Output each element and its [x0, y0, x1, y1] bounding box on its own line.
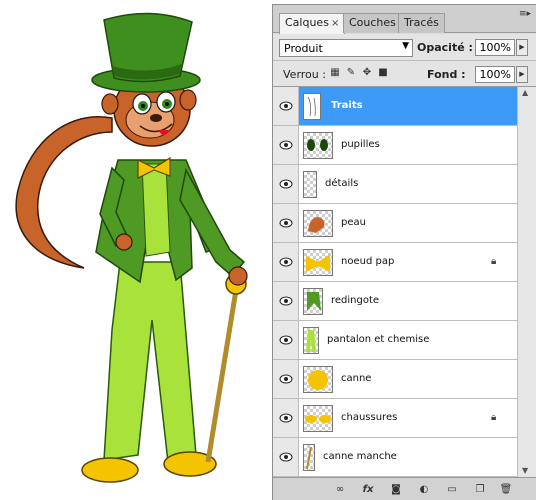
layer-thumbnail [303, 288, 323, 315]
lock-pixels-icon[interactable]: ✎ [345, 67, 357, 79]
layer-name: canne [341, 373, 372, 384]
visibility-toggle[interactable] [273, 165, 299, 203]
layer-thumbnail [303, 405, 333, 432]
visibility-toggle[interactable] [273, 399, 299, 437]
fill-slider-arrow-icon[interactable]: ▶ [516, 66, 528, 83]
layer-row-details[interactable]: détails [273, 165, 517, 204]
link-icon[interactable]: ∞ [333, 483, 347, 496]
lock-transparency-icon[interactable]: ▦ [329, 67, 341, 79]
layer-name: pupilles [341, 139, 380, 150]
layer-row-redingote[interactable]: redingote [273, 282, 517, 321]
layer-thumbnail [303, 210, 333, 237]
layer-name: chaussures [341, 412, 398, 423]
fill-label: Fond : [427, 68, 466, 81]
panel-tab-bar: Calques × Couches Tracés ≡▸ [273, 5, 536, 34]
scroll-down-icon[interactable]: ▼ [522, 466, 528, 475]
layer-thumbnail [303, 366, 333, 393]
tab-calques-label: Calques [285, 16, 329, 29]
folder-icon[interactable]: ▭ [445, 483, 459, 496]
eye-icon [279, 257, 293, 267]
lock-options-row: Verrou : ▦ ✎ ✥ ■ Fond : 100% ▶ [273, 61, 536, 87]
mask-icon[interactable]: ◙ [389, 483, 403, 496]
layer-thumbnail [303, 93, 321, 120]
eye-icon [279, 218, 293, 228]
layer-name: noeud pap [341, 256, 395, 267]
lock-icon: 🔒︎ [491, 256, 497, 267]
blend-mode-value: Produit [284, 42, 323, 55]
layer-list-scrollbar[interactable]: ▲ ▼ [517, 87, 536, 477]
layer-row-traits[interactable]: Traits [273, 87, 517, 126]
layer-thumbnail [303, 171, 317, 198]
layer-row-pantalon-et-chemise[interactable]: pantalon et chemise [273, 321, 517, 360]
character-illustration [15, 12, 248, 483]
panel-bottom-toolbar: ∞ fx ◙ ◐ ▭ ❐ 🗑︎ [273, 477, 536, 500]
visibility-toggle[interactable] [273, 126, 299, 164]
tab-traces-label: Tracés [404, 16, 439, 29]
eye-icon [279, 179, 293, 189]
fx-icon[interactable]: fx [361, 483, 375, 496]
layer-row-chaussures[interactable]: chaussures 🔒︎ [273, 399, 517, 438]
eye-icon [279, 296, 293, 306]
layer-name: Traits [331, 100, 363, 111]
new-layer-icon[interactable]: ❐ [473, 483, 487, 496]
chevron-down-icon: ▼ [402, 41, 409, 51]
eye-icon [279, 413, 293, 423]
adjustment-icon[interactable]: ◐ [417, 483, 431, 496]
opacity-label: Opacité : [417, 41, 473, 54]
tab-traces[interactable]: Tracés [398, 13, 445, 33]
visibility-toggle[interactable] [273, 243, 299, 281]
eye-icon [279, 374, 293, 384]
close-icon[interactable]: × [331, 18, 339, 29]
layer-row-peau[interactable]: peau [273, 204, 517, 243]
trash-icon[interactable]: 🗑︎ [499, 483, 513, 496]
visibility-toggle[interactable] [273, 321, 299, 359]
fill-field[interactable]: 100% [475, 66, 515, 83]
layer-row-noeud-pap[interactable]: noeud pap 🔒︎ [273, 243, 517, 282]
visibility-toggle[interactable] [273, 282, 299, 320]
visibility-toggle[interactable] [273, 204, 299, 242]
layer-name: canne manche [323, 451, 397, 462]
visibility-toggle[interactable] [273, 360, 299, 398]
blend-mode-select[interactable]: Produit ▼ [279, 39, 413, 57]
tab-couches-label: Couches [349, 16, 396, 29]
eye-icon [279, 452, 293, 462]
eye-icon [279, 140, 293, 150]
lock-all-icon[interactable]: ■ [377, 67, 389, 79]
layer-row-canne-manche[interactable]: canne manche [273, 438, 517, 477]
screen: Calques × Couches Tracés ≡▸ Produit ▼ Opa… [0, 0, 536, 500]
layer-name: détails [325, 178, 359, 189]
visibility-toggle[interactable] [273, 438, 299, 476]
eye-icon [279, 335, 293, 345]
layer-name: redingote [331, 295, 380, 306]
opacity-field[interactable]: 100% [475, 39, 515, 56]
layer-name: pantalon et chemise [327, 334, 430, 345]
eye-icon [279, 101, 293, 111]
layer-thumbnail [303, 444, 315, 471]
layer-thumbnail [303, 327, 319, 354]
lock-icon: 🔒︎ [491, 412, 497, 423]
opacity-slider-arrow-icon[interactable]: ▶ [516, 39, 528, 56]
lock-position-icon[interactable]: ✥ [361, 67, 373, 79]
layers-panel: Calques × Couches Tracés ≡▸ Produit ▼ Opa… [272, 4, 536, 500]
layer-list: Traits pupilles détails peau noeud pap 🔒… [273, 87, 517, 477]
blend-options-row: Produit ▼ Opacité : 100% ▶ [273, 34, 536, 61]
tab-couches[interactable]: Couches [343, 13, 402, 33]
panel-menu-icon[interactable]: ≡▸ [517, 10, 531, 24]
layer-name: peau [341, 217, 366, 228]
scroll-up-icon[interactable]: ▲ [522, 88, 528, 97]
lock-label: Verrou : [283, 68, 326, 81]
tab-calques[interactable]: Calques × [279, 13, 346, 34]
layer-row-pupilles[interactable]: pupilles [273, 126, 517, 165]
layer-row-canne[interactable]: canne [273, 360, 517, 399]
layer-thumbnail [303, 132, 333, 159]
layer-thumbnail [303, 249, 333, 276]
visibility-toggle[interactable] [273, 87, 299, 125]
